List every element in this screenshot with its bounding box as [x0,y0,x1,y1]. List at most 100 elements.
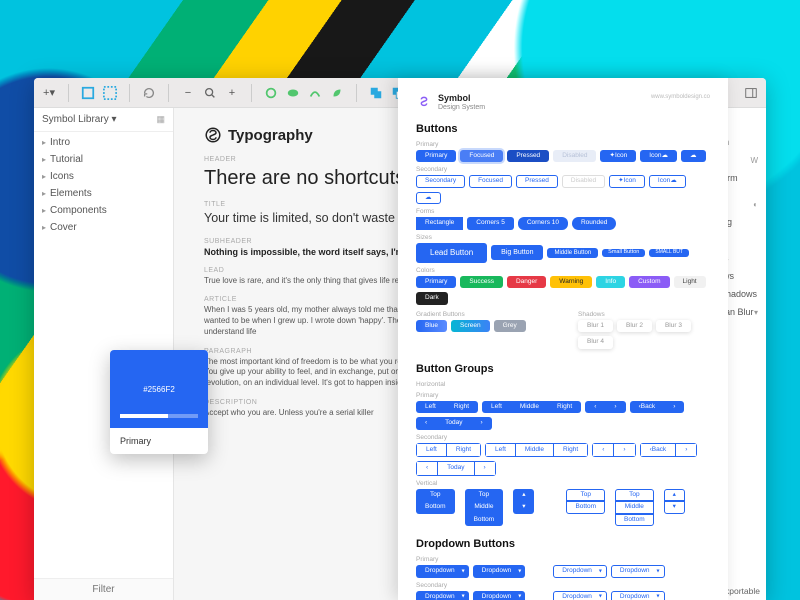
focused-button[interactable]: Focused [460,150,503,163]
zoom-out-button[interactable]: − [179,84,197,102]
icon-only-button[interactable]: ☁ [681,150,706,163]
oseg-right[interactable]: Right [447,443,481,458]
middle-button[interactable]: Middle Button [547,248,598,258]
blur4-button[interactable]: Blur 4 [578,336,613,349]
artboard-tool-icon[interactable] [79,84,97,102]
seg-back[interactable]: Back [630,401,665,414]
oseg-back[interactable]: Back [640,443,677,458]
ovseg-up[interactable]: ▴ [664,489,685,502]
gradient-blue-button[interactable]: Blue [416,320,447,333]
oseg3-left[interactable]: Left [485,443,516,458]
dropdown-sec-2[interactable]: Dropdown [473,591,526,600]
dropdown-sec-1[interactable]: Dropdown [416,591,469,600]
sidebar-header[interactable]: Symbol Library ▾ ▦ [34,108,173,132]
lead-button[interactable]: Lead Button [416,243,487,263]
seg-today-next[interactable] [472,417,492,430]
secondary-pressed-button[interactable]: Pressed [516,175,558,188]
sidebar-item-icons[interactable]: ▸Icons [34,168,173,185]
ovseg-down[interactable]: ▾ [664,501,685,514]
color-primary-button[interactable]: Primary [416,276,456,289]
seg-fwd[interactable] [664,401,684,414]
vseg-up[interactable]: ▴ [513,489,534,502]
primary-button[interactable]: Primary [416,150,456,163]
vseg3-bot[interactable]: Bottom [465,514,504,527]
dropdown-outline-1[interactable]: Dropdown [553,565,607,578]
xsmall-button[interactable]: SMALL BUT [649,249,689,257]
sidebar-item-components[interactable]: ▸Components [34,202,173,219]
oseg3-right[interactable]: Right [554,443,588,458]
blur1-button[interactable]: Blur 1 [578,320,613,333]
seg-today-prev[interactable] [416,417,436,430]
icon-label-button[interactable]: ✦ Icon [600,150,636,163]
oseg-left[interactable]: Left [416,443,447,458]
icon-cloud-button[interactable]: Icon ☁ [640,150,677,163]
seg3-right[interactable]: Right [548,401,581,414]
seg-left[interactable]: Left [416,401,445,414]
rounded-button[interactable]: Rounded [572,217,616,230]
oseg3-mid[interactable]: Middle [516,443,554,458]
vseg-top[interactable]: Top [416,489,455,502]
corners5-button[interactable]: Corners 5 [467,217,514,230]
secondary-button[interactable]: Secondary [416,175,465,188]
leaf-tool-icon[interactable] [328,84,346,102]
shape-fill-icon[interactable] [284,84,302,102]
small-button[interactable]: Small Button [602,249,645,258]
color-success-button[interactable]: Success [460,276,503,289]
blur2-button[interactable]: Blur 2 [617,320,652,333]
seg3-mid[interactable]: Middle [511,401,548,414]
color-danger-button[interactable]: Danger [507,276,546,289]
secondary-icon-cloud-button[interactable]: Icon ☁ [649,175,686,188]
vseg3-mid[interactable]: Middle [465,501,504,514]
dropdown-sec-outline-1[interactable]: Dropdown [553,591,607,600]
color-warning-button[interactable]: Warning [550,276,592,289]
oval-tool-icon[interactable] [262,84,280,102]
oseg-today[interactable]: Today [438,461,474,476]
vector-tool-icon[interactable] [306,84,324,102]
secondary-icon-only-button[interactable]: ☁ [416,192,441,205]
secondary-focused-button[interactable]: Focused [469,175,512,188]
seg-next[interactable] [605,401,625,414]
dropdown-primary-2[interactable]: Dropdown [473,565,526,578]
ovseg-top[interactable]: Top [566,489,605,502]
vseg3-top[interactable]: Top [465,489,504,502]
sidebar-item-elements[interactable]: ▸Elements [34,185,173,202]
oseg-prev[interactable] [592,443,614,458]
blur3-button[interactable]: Blur 3 [656,320,691,333]
ovseg3-mid[interactable]: Middle [615,501,654,514]
oseg-fwd[interactable] [676,443,697,458]
vseg-bottom[interactable]: Bottom [416,501,455,514]
refresh-icon[interactable] [140,84,158,102]
grid-view-icon[interactable]: ▦ [156,114,165,125]
sidebar-item-tutorial[interactable]: ▸Tutorial [34,151,173,168]
sidebar-item-cover[interactable]: ▸Cover [34,219,173,236]
oseg-today-prev[interactable] [416,461,438,476]
color-custom-button[interactable]: Custom [629,276,669,289]
inspector-toggle-icon[interactable] [742,84,760,102]
vseg-down[interactable]: ▾ [513,501,534,514]
sidebar-item-intro[interactable]: ▸Intro [34,134,173,151]
secondary-icon-button[interactable]: ✦ Icon [609,175,645,188]
seg3-left[interactable]: Left [482,401,511,414]
seg-prev[interactable] [585,401,605,414]
sidebar-filter-input[interactable] [34,579,173,600]
color-dark-button[interactable]: Dark [416,292,448,305]
ovseg3-top[interactable]: Top [615,489,654,502]
oseg-today-next[interactable] [475,461,496,476]
gradient-screen-button[interactable]: Screen [451,320,490,333]
corners10-button[interactable]: Corners 10 [518,217,568,230]
oseg-next[interactable] [614,443,635,458]
union-icon[interactable] [367,84,385,102]
seg-today[interactable]: Today [436,417,471,430]
dropdown-outline-2[interactable]: Dropdown [611,565,665,578]
ovseg-bottom[interactable]: Bottom [566,501,605,514]
big-button[interactable]: Big Button [491,245,543,260]
zoom-in-button[interactable]: + [223,84,241,102]
dropdown-sec-outline-2[interactable]: Dropdown [611,591,665,600]
rectangle-button[interactable]: Rectangle [416,217,463,230]
zoom-search-icon[interactable] [201,84,219,102]
pressed-button[interactable]: Pressed [507,150,549,163]
color-swatch-card[interactable]: #2566F2 Primary [110,350,208,454]
seg-right[interactable]: Right [445,401,478,414]
gradient-grey-button[interactable]: Grey [494,320,526,333]
dropdown-primary-1[interactable]: Dropdown [416,565,469,578]
